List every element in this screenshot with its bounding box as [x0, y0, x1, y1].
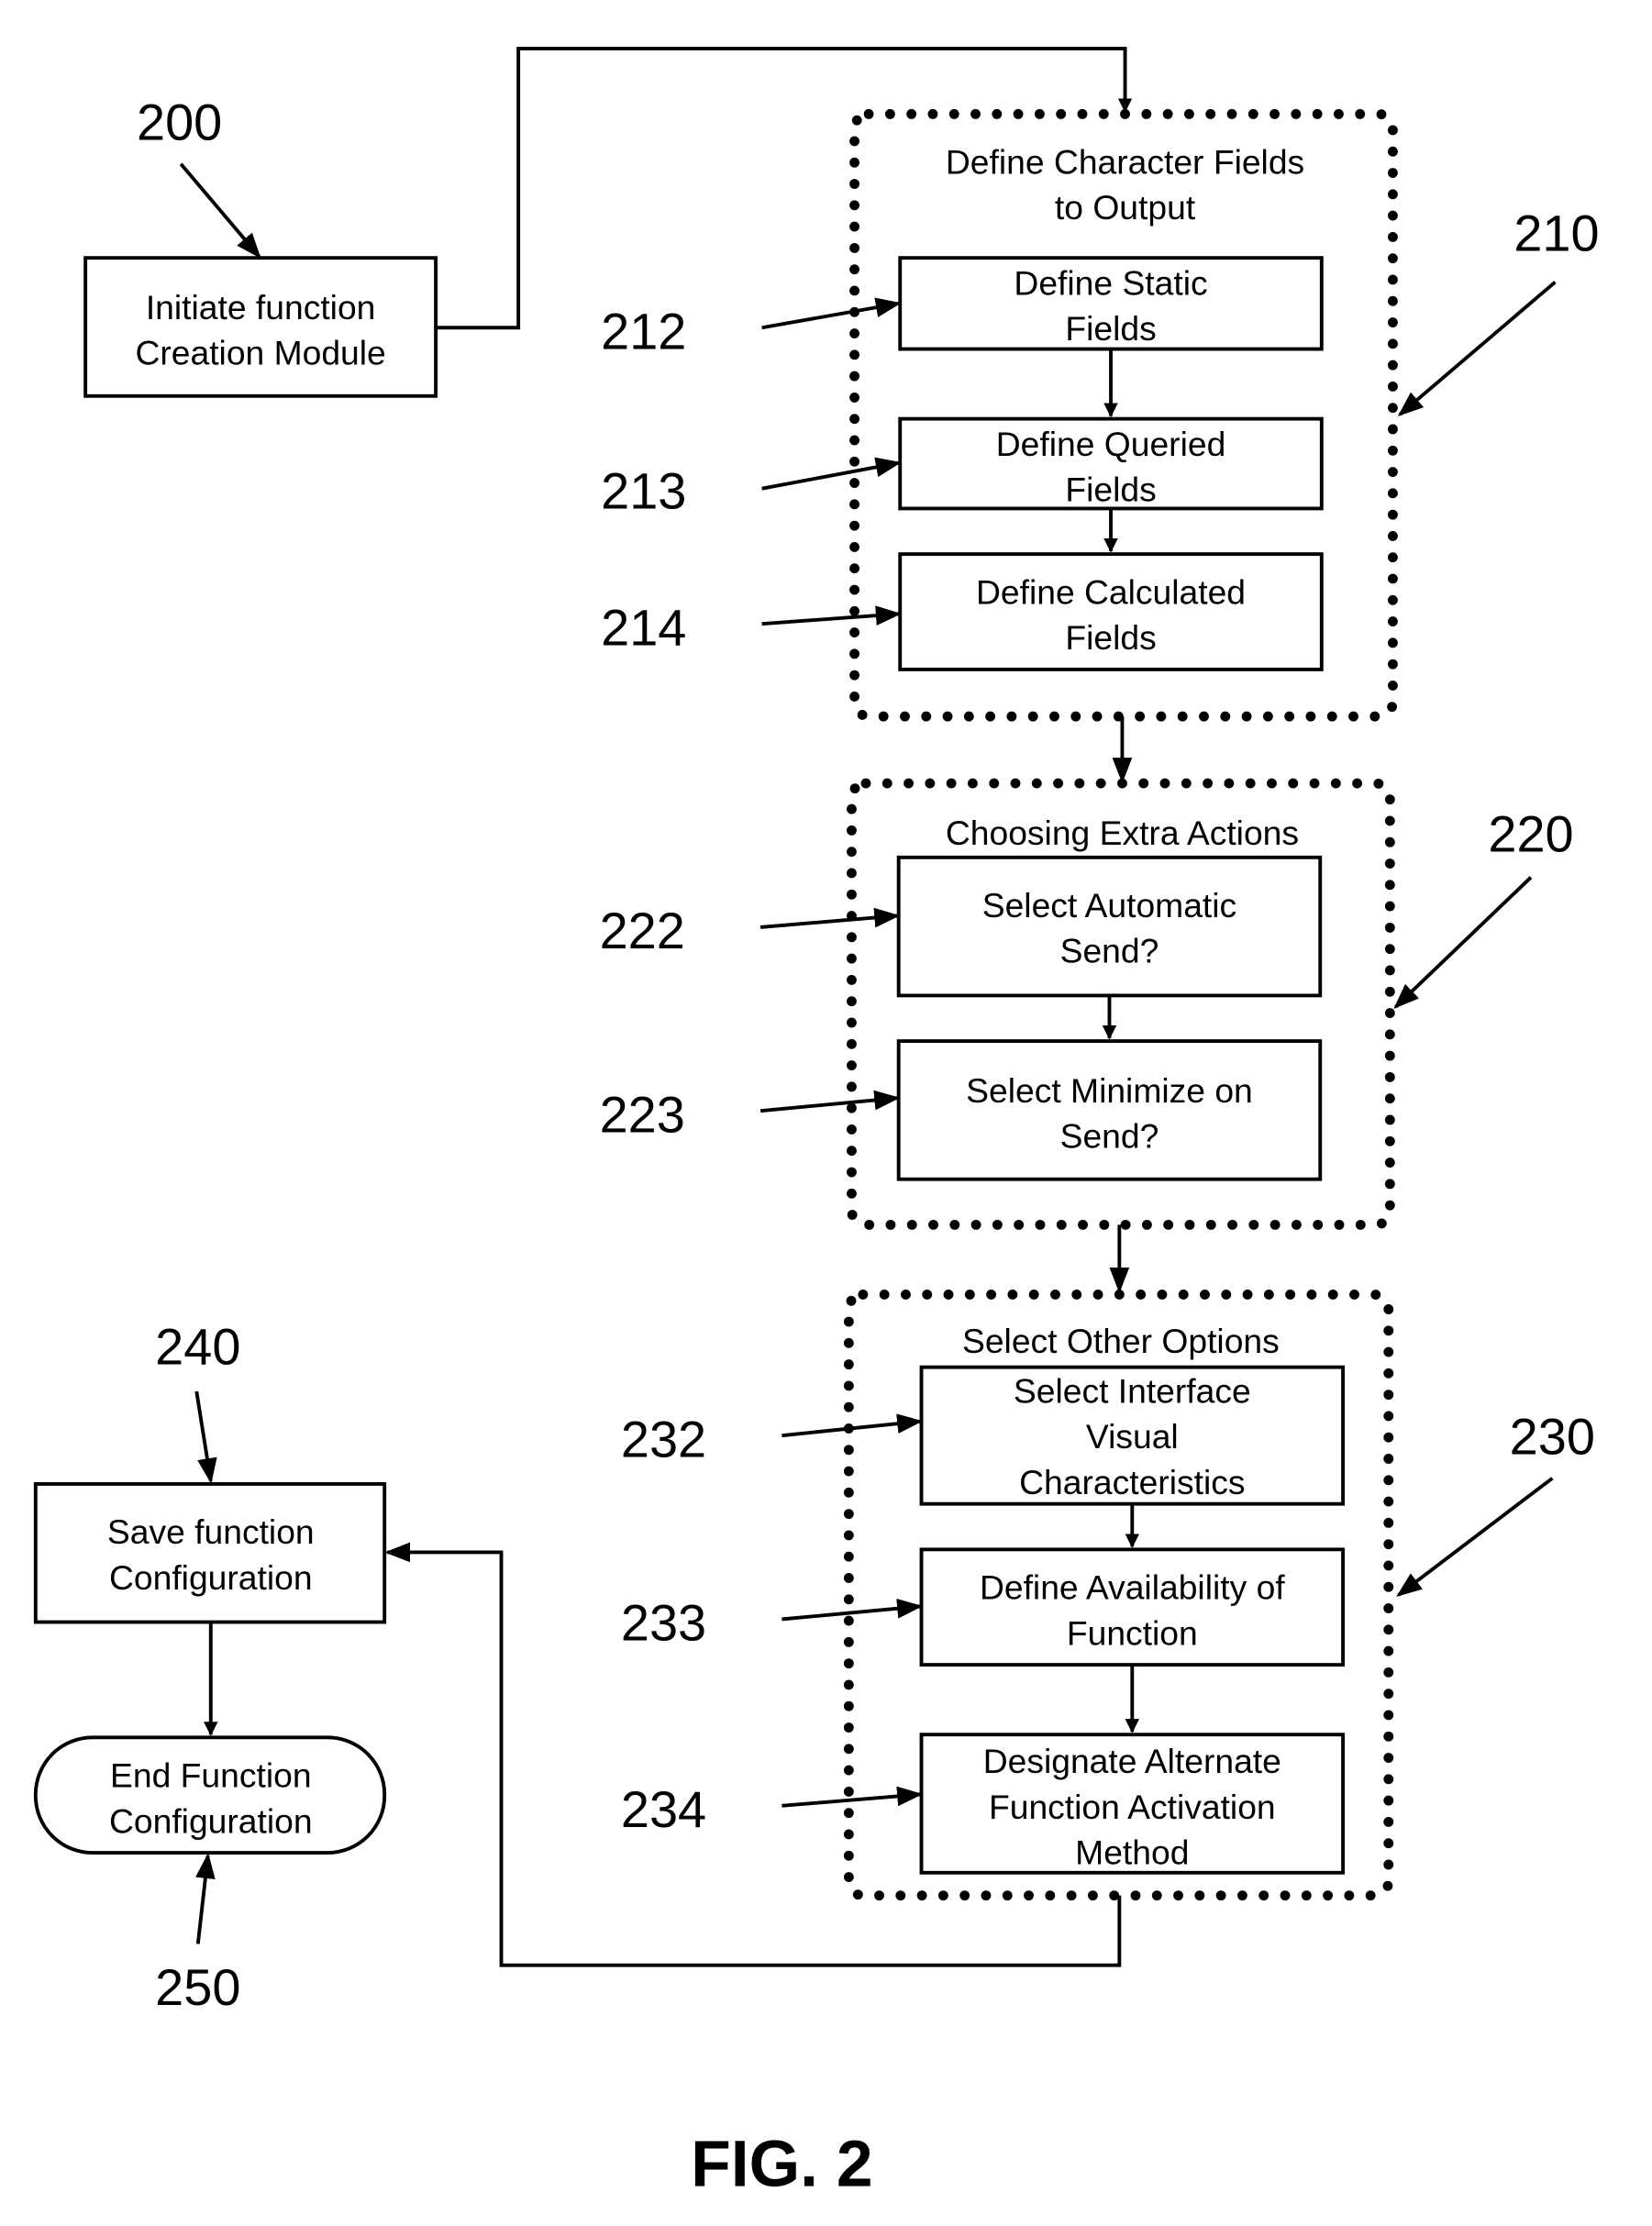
- node-label: Designate Alternate: [983, 1742, 1281, 1780]
- node-label: Send?: [1060, 1117, 1159, 1156]
- node-label: Characteristics: [1019, 1463, 1245, 1501]
- leader-250: [195, 1853, 216, 1944]
- node-end-function-configuration[interactable]: End Function Configuration: [33, 1735, 387, 1855]
- node-label: Initiate function: [146, 288, 376, 327]
- node-define-availability[interactable]: Define Availability of Function: [919, 1547, 1346, 1667]
- leader-213: [761, 457, 902, 491]
- node-label: Define Queried: [996, 425, 1226, 463]
- node-define-calculated-fields[interactable]: Define Calculated Fields: [898, 552, 1324, 671]
- node-label: Function: [1067, 1613, 1198, 1652]
- node-label: Save function: [107, 1512, 315, 1551]
- figure-caption: FIG. 2: [691, 2127, 872, 2200]
- ref-214: 214: [601, 598, 686, 656]
- ref-212: 212: [601, 303, 686, 360]
- leader-232: [782, 1413, 924, 1438]
- ref-220: 220: [1488, 805, 1573, 863]
- flowchart: 200 Initiate function Creation Module De…: [33, 47, 1600, 2200]
- node-label: Visual: [1086, 1417, 1179, 1456]
- ref-234: 234: [621, 1780, 706, 1838]
- node-label: Select Interface: [1014, 1371, 1251, 1410]
- leader-220: [1393, 876, 1533, 1009]
- group-210-title: to Output: [1055, 188, 1196, 227]
- node-select-automatic-send[interactable]: Select Automatic Send?: [896, 855, 1323, 998]
- node-label: Configuration: [109, 1558, 313, 1597]
- node-label: Method: [1075, 1833, 1189, 1871]
- node-initiate-function[interactable]: Initiate function Creation Module: [83, 256, 438, 398]
- node-label: Define Calculated: [976, 572, 1246, 611]
- node-label: Creation Module: [135, 334, 385, 372]
- node-label: Select Automatic: [982, 886, 1236, 925]
- node-label: Fields: [1065, 618, 1156, 657]
- node-select-interface-visual[interactable]: Select Interface Visual Characteristics: [919, 1365, 1346, 1506]
- node-label: End Function: [110, 1756, 312, 1795]
- node-label: Configuration: [109, 1801, 313, 1840]
- ref-233: 233: [621, 1594, 706, 1652]
- leader-210: [1397, 281, 1557, 416]
- ref-250: 250: [155, 1958, 240, 2016]
- leader-240: [194, 1390, 217, 1484]
- group-220-title: Choosing Extra Actions: [946, 814, 1299, 852]
- leader-230: [1396, 1477, 1554, 1597]
- group-210-title: Define Character Fields: [946, 143, 1304, 182]
- leader-234: [782, 1786, 924, 1808]
- ref-222: 222: [600, 902, 685, 959]
- node-label: Define Availability of: [980, 1568, 1285, 1607]
- leader-223: [759, 1090, 901, 1113]
- ref-210: 210: [1513, 204, 1599, 261]
- node-save-function-configuration[interactable]: Save function Configuration: [33, 1482, 387, 1624]
- node-select-minimize-on-send[interactable]: Select Minimize on Send?: [896, 1039, 1323, 1181]
- node-label: Send?: [1060, 932, 1159, 970]
- node-define-queried-fields[interactable]: Define Queried Fields: [898, 416, 1324, 511]
- node-label: Fields: [1065, 309, 1156, 348]
- ref-230: 230: [1510, 1407, 1595, 1465]
- node-label: Select Minimize on: [966, 1071, 1253, 1110]
- leader-212: [761, 297, 902, 330]
- ref-200: 200: [137, 93, 222, 150]
- leader-214: [761, 605, 902, 626]
- leader-200: [179, 162, 261, 259]
- ref-223: 223: [600, 1085, 685, 1143]
- node-label: Define Static: [1014, 264, 1207, 303]
- ref-232: 232: [621, 1410, 706, 1467]
- ref-213: 213: [601, 461, 686, 519]
- node-define-static-fields[interactable]: Define Static Fields: [898, 256, 1324, 351]
- ref-240: 240: [155, 1318, 240, 1376]
- group-230-title: Select Other Options: [962, 1322, 1280, 1360]
- node-label: Function Activation: [989, 1788, 1276, 1826]
- node-label: Fields: [1065, 471, 1156, 509]
- node-designate-alternate[interactable]: Designate Alternate Function Activation …: [919, 1733, 1346, 1875]
- leader-222: [759, 907, 901, 929]
